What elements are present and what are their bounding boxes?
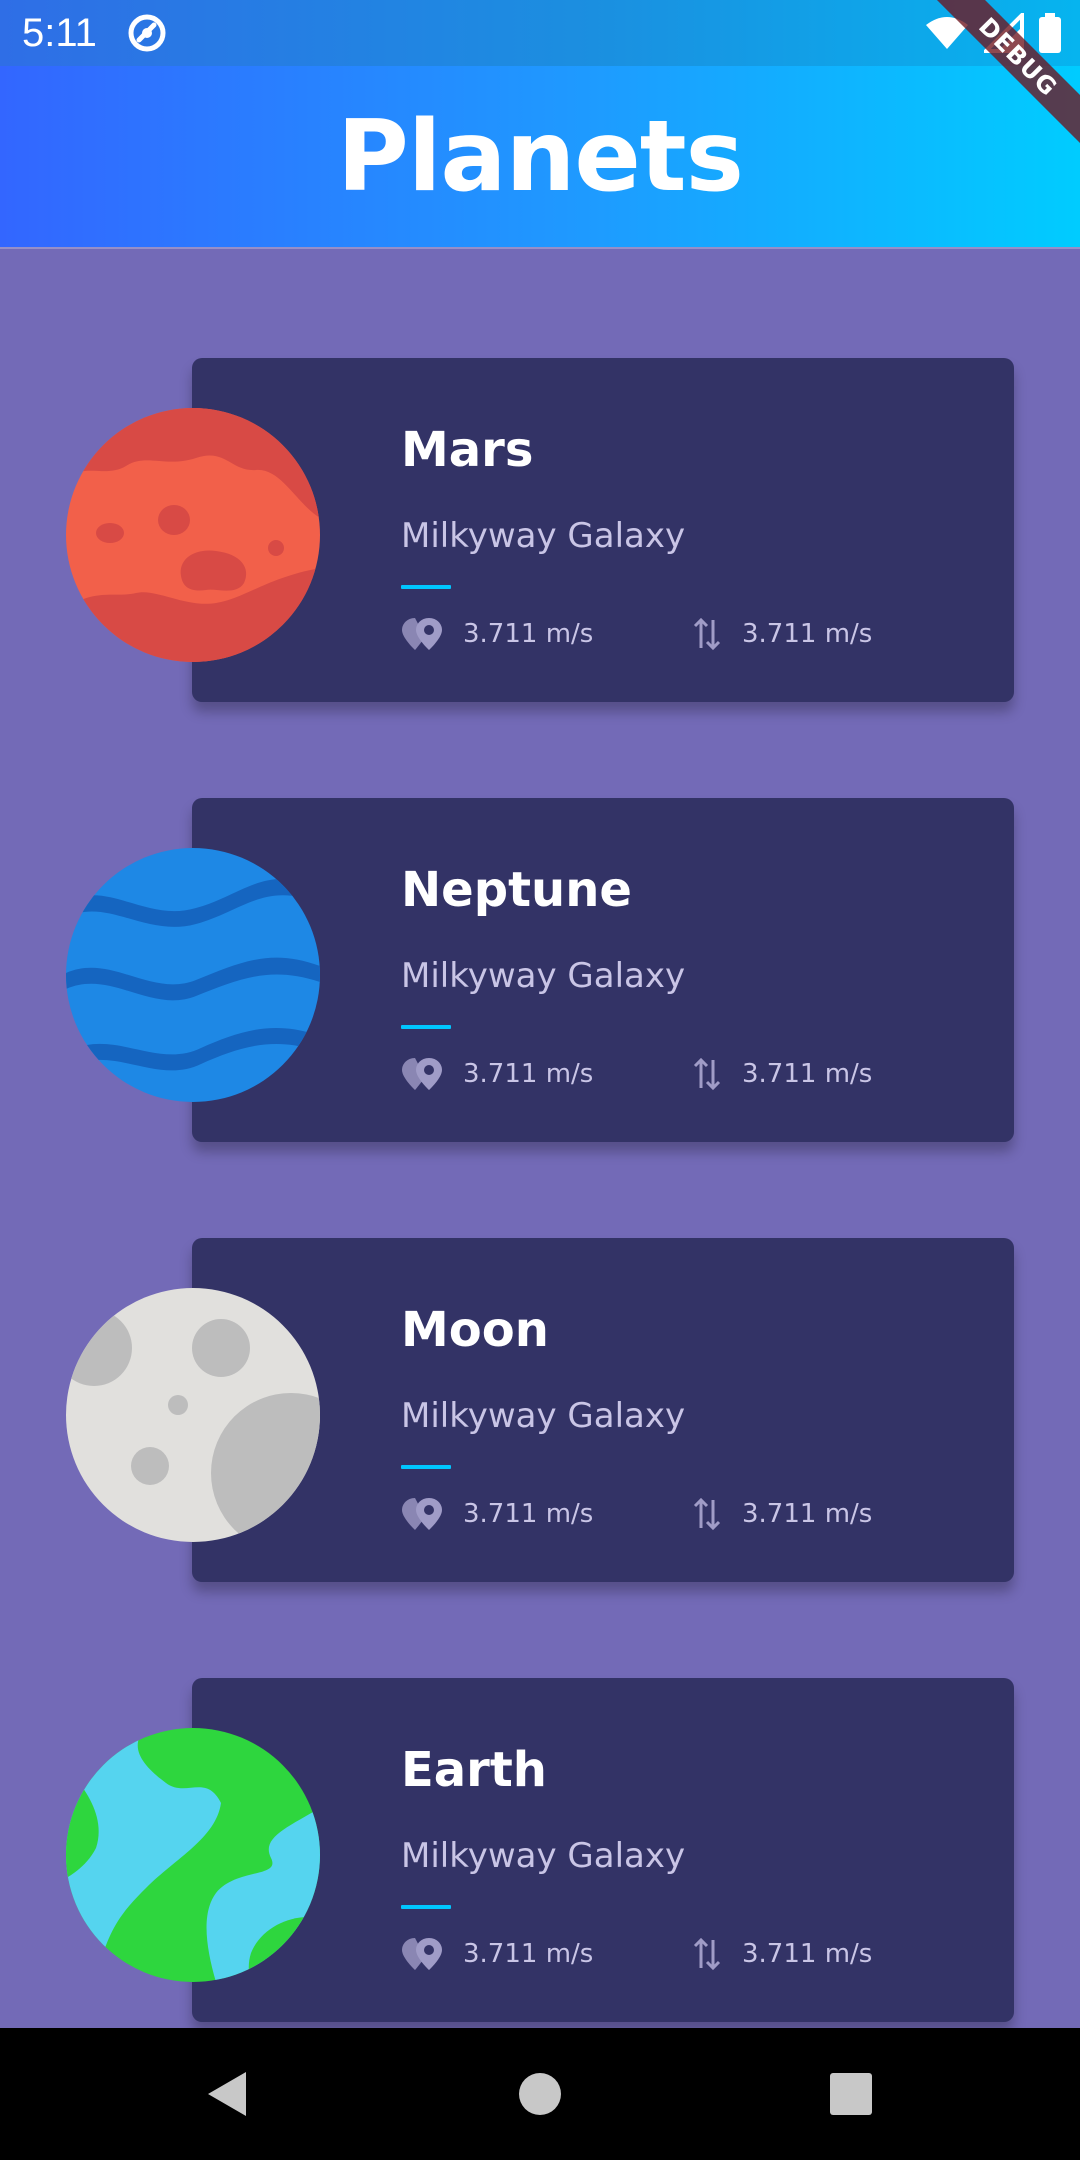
- location-icon: [402, 1058, 442, 1090]
- planet-name: Neptune: [401, 862, 632, 918]
- gravity-arrows-icon: [693, 1937, 721, 1971]
- moon-planet-image: [66, 1288, 320, 1542]
- planet-separator: [401, 1905, 451, 1909]
- location-icon: [402, 1938, 442, 1970]
- home-icon: [519, 2073, 561, 2115]
- distance-value: 3.711 m/s: [463, 1059, 594, 1089]
- planet-separator: [401, 1025, 451, 1029]
- distance-stat: 3.711 m/s: [401, 1494, 593, 1534]
- planet-separator: [401, 585, 451, 589]
- gravity-value: 3.711 m/s: [742, 1059, 873, 1089]
- status-icons: [924, 12, 1062, 54]
- battery-icon: [1039, 13, 1061, 53]
- planet-name: Moon: [401, 1302, 549, 1358]
- mars-planet-image: [66, 408, 320, 662]
- planet-row-earth[interactable]: Earth Milkyway Galaxy 3.711 m/s 3.711 m/…: [0, 1678, 1080, 2022]
- back-icon: [208, 2072, 246, 2116]
- back-button[interactable]: [196, 2064, 256, 2124]
- status-time: 5:11: [22, 11, 97, 55]
- gravity-arrows-icon: [693, 1497, 721, 1531]
- status-bar: 5:11: [0, 0, 1080, 66]
- planet-name: Mars: [401, 422, 534, 478]
- signal-icon: [984, 13, 1024, 53]
- planet-name: Earth: [401, 1742, 547, 1798]
- planet-row-mars[interactable]: Mars Milkyway Galaxy 3.711 m/s 3.711 m/s: [0, 358, 1080, 702]
- gravity-value: 3.711 m/s: [742, 1939, 873, 1969]
- distance-stat: 3.711 m/s: [401, 1054, 593, 1094]
- planet-separator: [401, 1465, 451, 1469]
- app-notification-icon: [128, 14, 166, 52]
- gravity-arrows-icon: [693, 1057, 721, 1091]
- location-icon: [402, 1498, 442, 1530]
- gravity-value: 3.711 m/s: [742, 1499, 873, 1529]
- distance-value: 3.711 m/s: [463, 1499, 594, 1529]
- planet-row-neptune[interactable]: Neptune Milkyway Galaxy 3.711 m/s 3.711 …: [0, 798, 1080, 1142]
- distance-stat: 3.711 m/s: [401, 614, 593, 654]
- page-title: Planets: [337, 99, 744, 214]
- recents-button[interactable]: [821, 2064, 881, 2124]
- distance-value: 3.711 m/s: [463, 619, 594, 649]
- home-button[interactable]: [510, 2064, 570, 2124]
- app-header: Planets: [0, 66, 1080, 247]
- gravity-stat: 3.711 m/s: [692, 614, 872, 654]
- planet-location: Milkyway Galaxy: [401, 956, 686, 996]
- planet-location: Milkyway Galaxy: [401, 516, 686, 556]
- gravity-stat: 3.711 m/s: [692, 1494, 872, 1534]
- gravity-value: 3.711 m/s: [742, 619, 873, 649]
- system-nav-bar: [0, 2028, 1080, 2160]
- gravity-stat: 3.711 m/s: [692, 1054, 872, 1094]
- location-icon: [402, 618, 442, 650]
- planet-location: Milkyway Galaxy: [401, 1836, 686, 1876]
- gravity-stat: 3.711 m/s: [692, 1934, 872, 1974]
- planet-location: Milkyway Galaxy: [401, 1396, 686, 1436]
- recents-icon: [830, 2073, 872, 2115]
- neptune-planet-image: [66, 848, 320, 1102]
- gravity-arrows-icon: [693, 617, 721, 651]
- wifi-icon: [926, 17, 968, 49]
- earth-planet-image: [66, 1728, 320, 1982]
- distance-stat: 3.711 m/s: [401, 1934, 593, 1974]
- distance-value: 3.711 m/s: [463, 1939, 594, 1969]
- planet-row-moon[interactable]: Moon Milkyway Galaxy 3.711 m/s 3.711 m/s: [0, 1238, 1080, 1582]
